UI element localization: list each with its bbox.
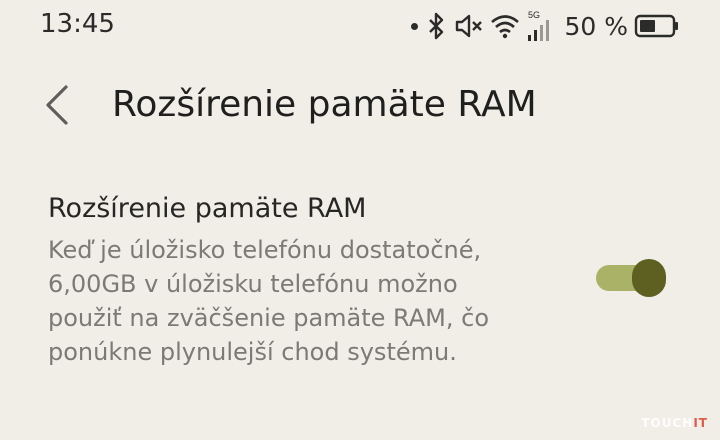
battery-percent: 50 % xyxy=(564,11,628,41)
watermark-text-a: TOUCH xyxy=(641,416,694,430)
status-icons: 5G 50 % xyxy=(411,6,680,46)
toggle-thumb xyxy=(632,259,666,297)
ram-extension-setting[interactable]: Rozšírenie pamäte RAM Keď je úložisko te… xyxy=(0,185,720,375)
network-type-label: 5G xyxy=(528,10,540,20)
watermark-logo: TOUCHIT xyxy=(641,416,708,430)
setting-title: Rozšírenie pamäte RAM xyxy=(48,193,367,224)
notification-dot-icon xyxy=(411,22,419,30)
signal-icon: 5G xyxy=(528,10,550,41)
page-title: Rozšírenie pamäte RAM xyxy=(112,84,537,125)
bluetooth-icon xyxy=(429,12,444,40)
mute-icon xyxy=(456,14,483,38)
battery-icon xyxy=(634,14,678,38)
clock: 13:45 xyxy=(40,9,115,39)
status-bar: 13:45 5G 50 % xyxy=(0,0,720,50)
wifi-icon xyxy=(491,15,520,39)
setting-description: Keď je úložisko telefónu dostatočné, 6,0… xyxy=(48,236,490,366)
ram-extension-toggle[interactable] xyxy=(596,258,668,298)
chevron-left-icon[interactable] xyxy=(38,80,78,130)
watermark-text-b: IT xyxy=(693,416,708,430)
app-header: Rozšírenie pamäte RAM xyxy=(0,70,720,140)
